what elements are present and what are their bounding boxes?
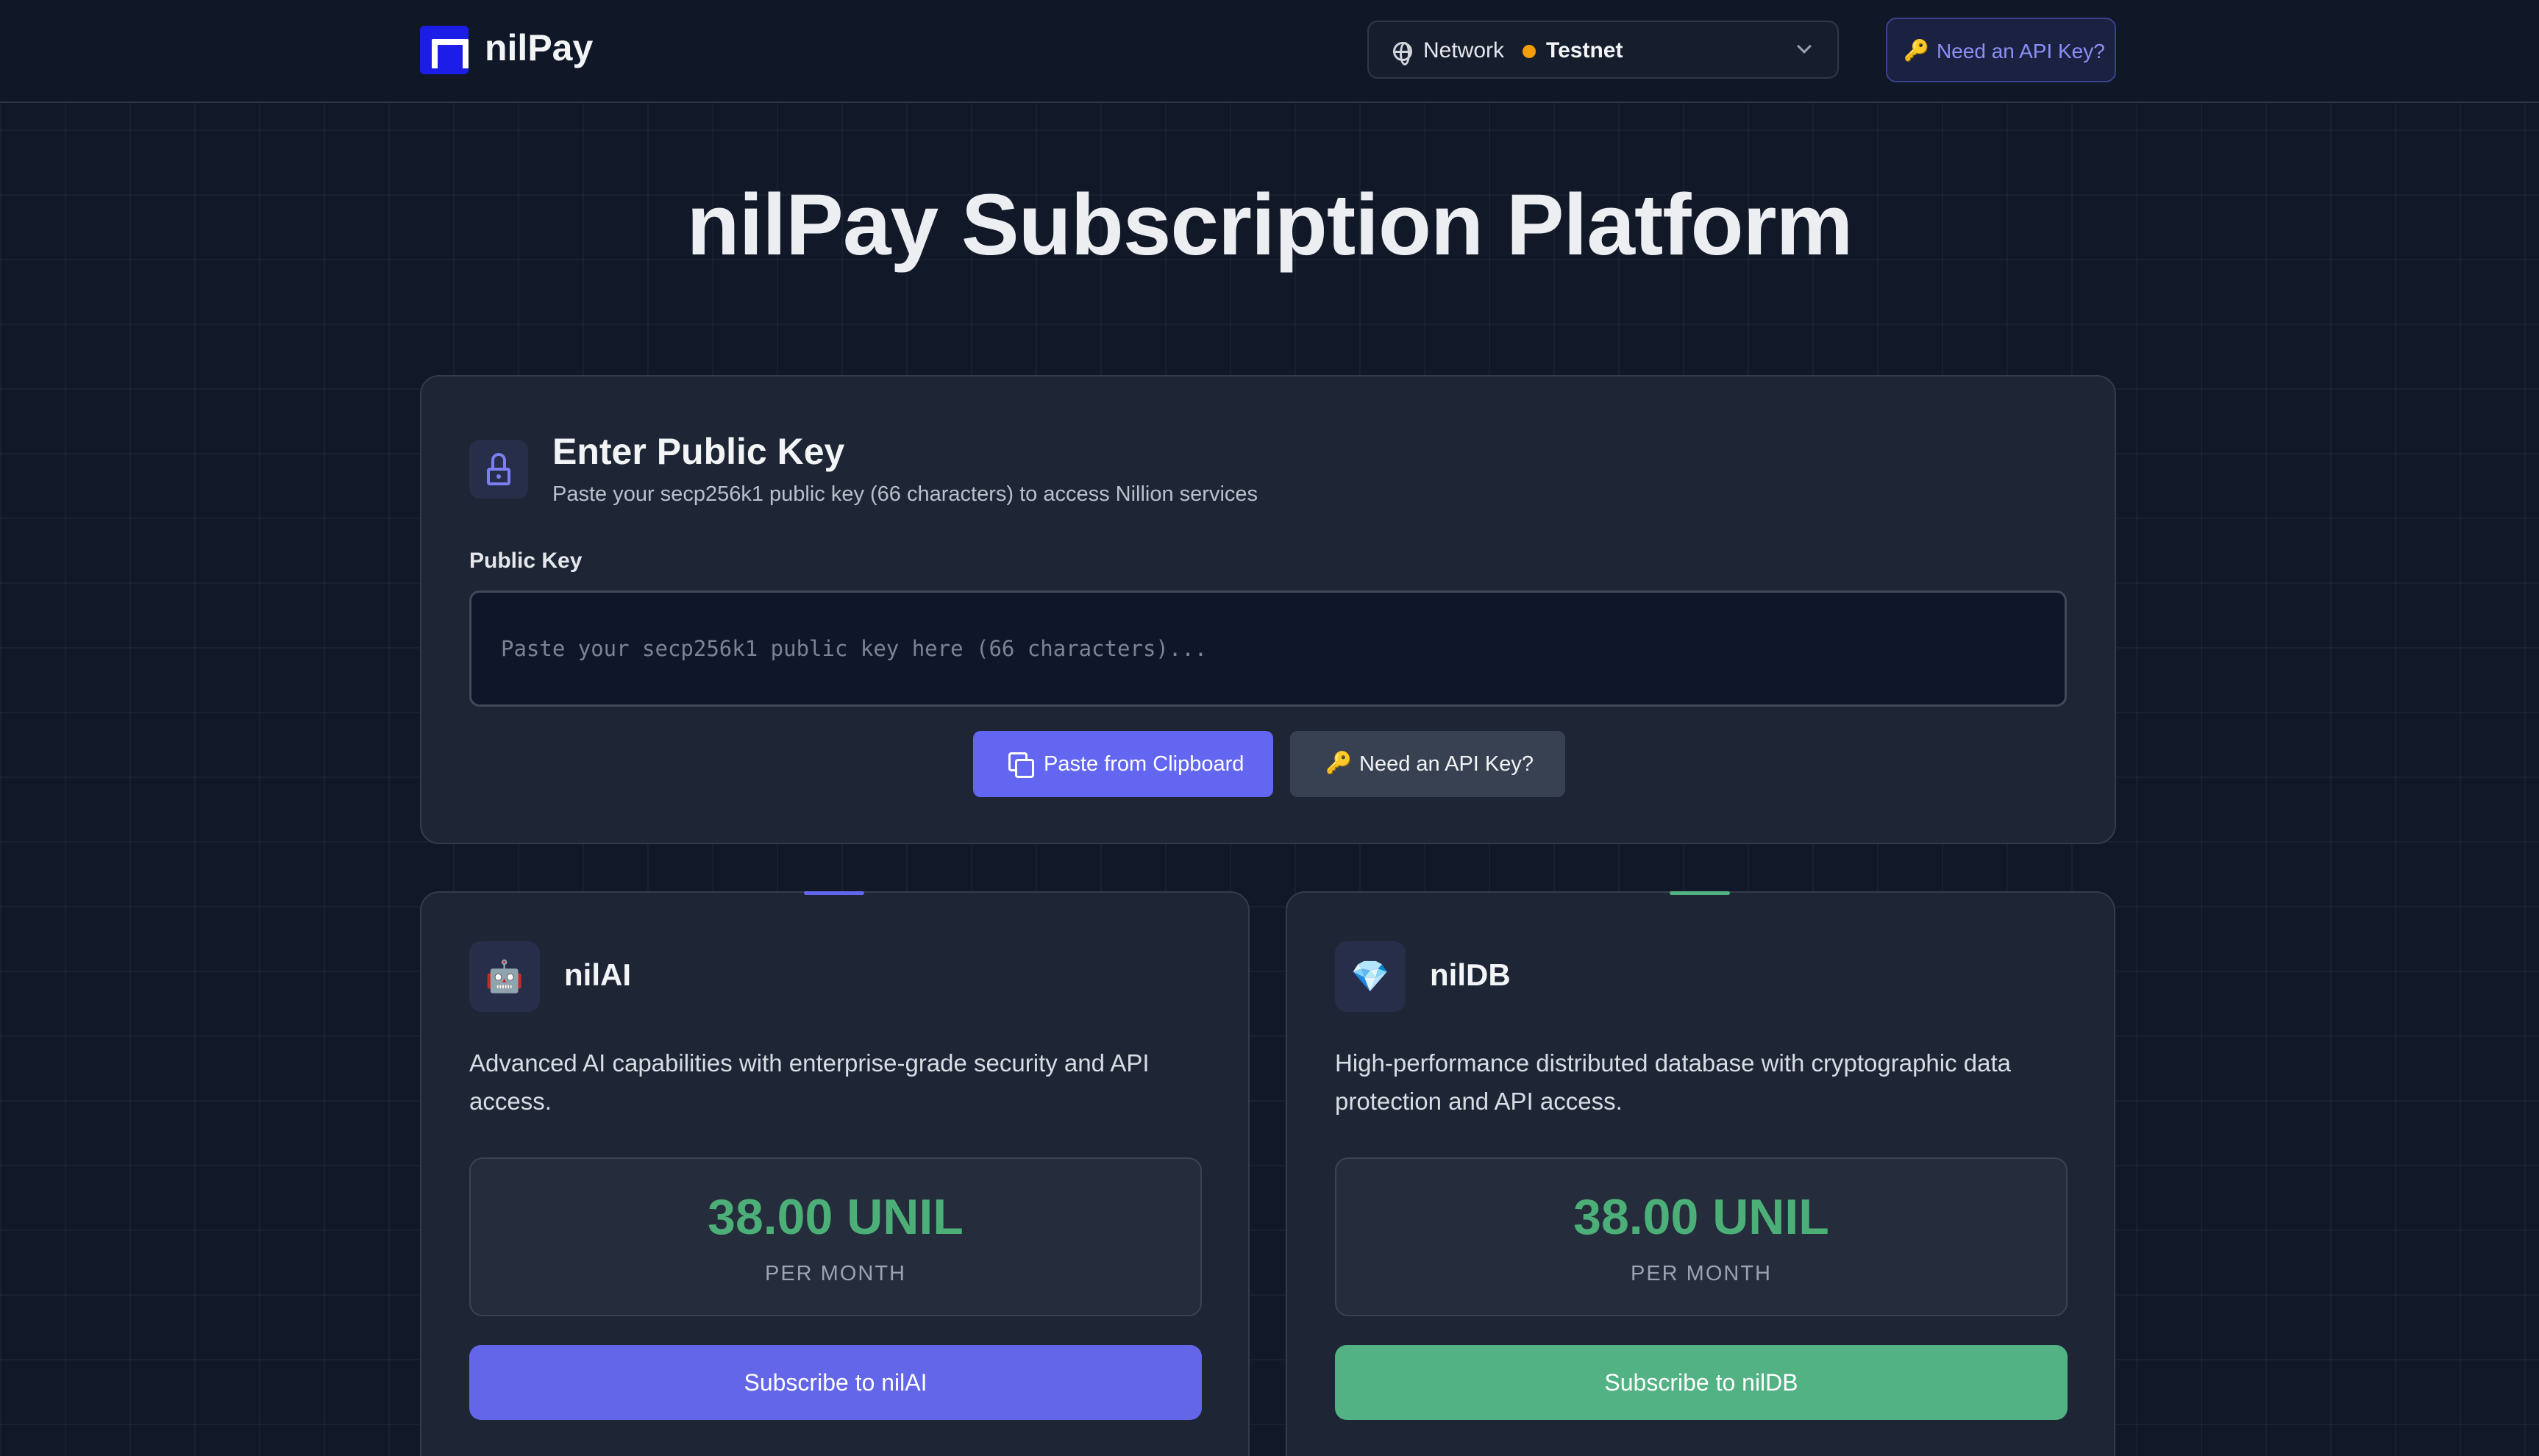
price-panel: 38.00 UNIL PER MONTH: [1335, 1157, 2068, 1316]
subscribe-nildb-button[interactable]: Subscribe to nilDB: [1335, 1345, 2068, 1420]
billing-period: PER MONTH: [765, 1262, 906, 1285]
need-api-key-secondary-button[interactable]: 🔑 Need an API Key?: [1290, 731, 1565, 797]
public-key-card: Enter Public Key Paste your secp256k1 pu…: [420, 375, 2116, 844]
need-api-key-button[interactable]: 🔑 Need an API Key?: [1886, 18, 2116, 82]
service-card-nilai: 🤖 nilAI Advanced AI capabilities with en…: [420, 891, 1250, 1456]
nilpay-logo-icon[interactable]: [420, 26, 469, 74]
billing-period: PER MONTH: [1631, 1262, 1772, 1285]
brand-name[interactable]: nilPay: [485, 26, 593, 69]
chevron-down-icon: [1797, 39, 1812, 54]
page-title: nilPay Subscription Platform: [686, 176, 1853, 274]
service-name: nilDB: [1430, 957, 1511, 992]
key-icon: 🔑: [1904, 39, 1929, 62]
service-description: High-performance distributed database wi…: [1335, 1049, 2012, 1115]
lock-icon: [469, 440, 528, 499]
need-api-key-label: Need an API Key?: [1937, 40, 2105, 63]
service-price: 38.00 UNIL: [1573, 1189, 1829, 1245]
network-label: Network: [1423, 38, 1505, 63]
network-status-dot: [1523, 45, 1536, 58]
top-navbar: nilPay Network Testnet 🔑 Need an API Key…: [0, 0, 2539, 103]
service-price: 38.00 UNIL: [708, 1189, 964, 1245]
network-value: Testnet: [1546, 38, 1623, 63]
public-key-card-title: Enter Public Key: [552, 431, 845, 472]
robot-icon: 🤖: [469, 941, 540, 1012]
globe-icon: [1393, 42, 1412, 65]
network-selector[interactable]: Network Testnet: [1367, 21, 1839, 79]
key-icon: 🔑: [1325, 752, 1353, 775]
need-api-key-secondary-label: Need an API Key?: [1359, 752, 1534, 776]
public-key-input[interactable]: [469, 590, 2067, 707]
service-card-nildb: 💎 nilDB High-performance distributed dat…: [1286, 891, 2115, 1456]
public-key-card-subtitle: Paste your secp256k1 public key (66 char…: [552, 482, 1258, 506]
public-key-field-label: Public Key: [469, 549, 583, 573]
paste-from-clipboard-button[interactable]: Paste from Clipboard: [973, 731, 1273, 797]
service-description: Advanced AI capabilities with enterprise…: [469, 1049, 1150, 1115]
clipboard-icon: [1008, 752, 1034, 778]
card-accent-bar: [804, 891, 864, 895]
gem-icon: 💎: [1335, 941, 1406, 1012]
paste-button-label: Paste from Clipboard: [1044, 752, 1244, 776]
price-panel: 38.00 UNIL PER MONTH: [469, 1157, 1202, 1316]
card-accent-bar: [1670, 891, 1730, 895]
service-name: nilAI: [564, 957, 631, 992]
subscribe-nilai-button[interactable]: Subscribe to nilAI: [469, 1345, 1202, 1420]
